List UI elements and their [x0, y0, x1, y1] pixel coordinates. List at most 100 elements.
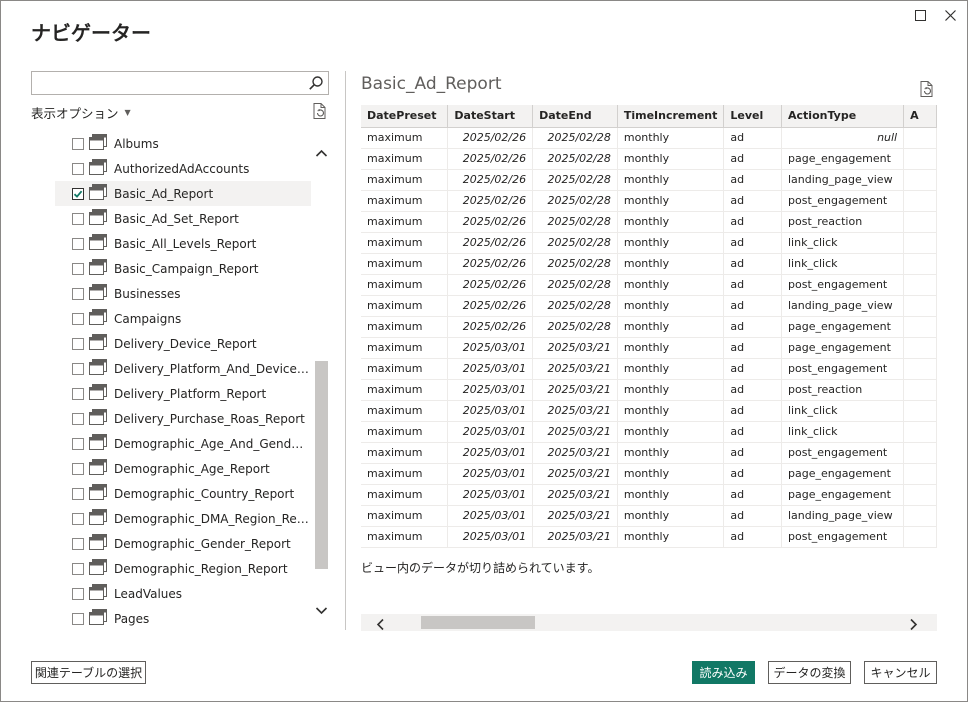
table-row: maximum 2025/02/26 2025/02/28 monthly ad post…: [361, 274, 937, 296]
checkbox[interactable]: [72, 462, 84, 475]
table-cell: maximum: [361, 337, 449, 359]
search-input[interactable]: [31, 71, 329, 95]
scroll-right-icon[interactable]: [909, 616, 919, 635]
checkbox[interactable]: [72, 562, 84, 575]
list-item[interactable]: Basic_Campaign_Report: [55, 256, 311, 281]
list-item[interactable]: Basic_All_Levels_Report: [55, 231, 311, 256]
column-header[interactable]: Level: [723, 105, 782, 128]
scroll-up-icon[interactable]: [315, 143, 328, 162]
column-header[interactable]: DateEnd: [532, 105, 618, 128]
horizontal-scrollbar[interactable]: [361, 614, 937, 631]
table-cell: post_engagement: [781, 442, 905, 464]
list-item-label: Basic_Ad_Set_Report: [114, 211, 239, 226]
transform-data-button[interactable]: データの変換: [768, 661, 851, 684]
checkbox[interactable]: [72, 337, 84, 350]
table-cell: ad: [723, 232, 782, 254]
table-cell: monthly: [617, 442, 725, 464]
table-cell: maximum: [361, 316, 449, 338]
table-row: maximum 2025/02/26 2025/02/28 monthly ad land…: [361, 295, 937, 317]
close-button[interactable]: [941, 6, 959, 24]
list-item[interactable]: Delivery_Purchase_Roas_Report: [55, 406, 311, 431]
column-header[interactable]: A: [903, 105, 937, 128]
cancel-button[interactable]: キャンセル: [864, 661, 937, 684]
list-item[interactable]: Delivery_Platform_Report: [55, 381, 311, 406]
checkbox[interactable]: [72, 512, 84, 525]
table-cell: 2025/02/28: [532, 232, 618, 254]
list-item[interactable]: Demographic_Region_Report: [55, 556, 311, 581]
list-item[interactable]: Albums: [55, 131, 311, 156]
checkbox[interactable]: [72, 162, 84, 175]
checkbox[interactable]: [72, 212, 84, 225]
list-item[interactable]: Businesses: [55, 281, 311, 306]
list-item[interactable]: Pages: [55, 606, 311, 631]
table-row: maximum 2025/03/01 2025/03/21 monthly ad page…: [361, 337, 937, 359]
scroll-down-icon[interactable]: [315, 601, 328, 620]
table-icon: [89, 334, 107, 353]
list-item[interactable]: Basic_Ad_Set_Report: [55, 206, 311, 231]
vertical-scroll-thumb[interactable]: [315, 361, 328, 569]
checkbox[interactable]: [72, 137, 84, 150]
search-icon[interactable]: [308, 75, 324, 95]
list-item-label: Delivery_Platform_Report: [114, 386, 267, 401]
refresh-button[interactable]: [311, 102, 329, 124]
panel-divider: [345, 71, 346, 630]
list-item[interactable]: Demographic_Country_Report: [55, 481, 311, 506]
table-cell: 2025/02/28: [532, 190, 618, 212]
preview-refresh-button[interactable]: [918, 80, 936, 102]
table-cell: 2025/03/21: [532, 337, 618, 359]
checkbox[interactable]: [72, 387, 84, 400]
list-item[interactable]: Demographic_Gender_Report: [55, 531, 311, 556]
table-cell: monthly: [617, 526, 725, 547]
maximize-button[interactable]: [911, 6, 929, 24]
scroll-left-icon[interactable]: [375, 616, 385, 635]
select-related-tables-button[interactable]: 関連テーブルの選択: [31, 661, 146, 684]
refresh-doc-icon: [920, 81, 933, 97]
table-cell: 2025/02/28: [532, 274, 618, 296]
table-icon: [89, 484, 107, 503]
table-cell: [903, 379, 937, 401]
list-item[interactable]: Campaigns: [55, 306, 311, 331]
column-header[interactable]: DatePreset: [361, 105, 449, 128]
table-row: maximum 2025/03/01 2025/03/21 monthly ad post…: [361, 379, 937, 401]
table-cell: monthly: [617, 295, 725, 317]
checkbox[interactable]: [72, 362, 84, 375]
checkbox[interactable]: [72, 312, 84, 325]
checkbox[interactable]: [72, 237, 84, 250]
table-cell: 2025/02/26: [447, 190, 534, 212]
column-header[interactable]: TimeIncrement: [617, 105, 725, 128]
table-icon: [89, 584, 107, 603]
checkbox[interactable]: [72, 612, 84, 625]
checkbox[interactable]: [72, 587, 84, 600]
table-cell: 2025/03/21: [532, 484, 618, 506]
list-item[interactable]: Demographic_Age_And_Gender_Re...: [55, 431, 311, 456]
display-options-dropdown[interactable]: 表示オプション ▼: [31, 103, 131, 122]
column-header[interactable]: ActionType: [781, 105, 905, 128]
table-cell: maximum: [361, 505, 449, 527]
table-row: maximum 2025/02/26 2025/02/28 monthly ad page…: [361, 316, 937, 338]
table-cell: ad: [723, 190, 782, 212]
checkbox[interactable]: [72, 287, 84, 300]
list-item[interactable]: Delivery_Platform_And_Device_Rep...: [55, 356, 311, 381]
checkbox[interactable]: [72, 537, 84, 550]
column-header[interactable]: DateStart: [447, 105, 534, 128]
checkbox[interactable]: [72, 262, 84, 275]
table-cell: ad: [723, 505, 782, 527]
horizontal-scroll-thumb[interactable]: [421, 616, 535, 629]
table-icon: [89, 184, 107, 203]
list-item[interactable]: AuthorizedAdAccounts: [55, 156, 311, 181]
list-item[interactable]: Delivery_Device_Report: [55, 331, 311, 356]
checkbox-checked[interactable]: [72, 187, 84, 200]
checkbox[interactable]: [72, 437, 84, 450]
checkbox[interactable]: [72, 487, 84, 500]
list-item[interactable]: LeadValues: [55, 581, 311, 606]
table-cell: monthly: [617, 253, 725, 275]
checkbox[interactable]: [72, 412, 84, 425]
table-cell: page_engagement: [781, 463, 905, 485]
vertical-scrollbar[interactable]: [313, 135, 330, 631]
table-cell: monthly: [617, 169, 725, 191]
load-button[interactable]: 読み込み: [692, 661, 755, 684]
list-item[interactable]: Demographic_Age_Report: [55, 456, 311, 481]
checkmark-icon: [73, 190, 83, 198]
list-item[interactable]: Basic_Ad_Report: [55, 181, 311, 206]
list-item[interactable]: Demographic_DMA_Region_Report: [55, 506, 311, 531]
